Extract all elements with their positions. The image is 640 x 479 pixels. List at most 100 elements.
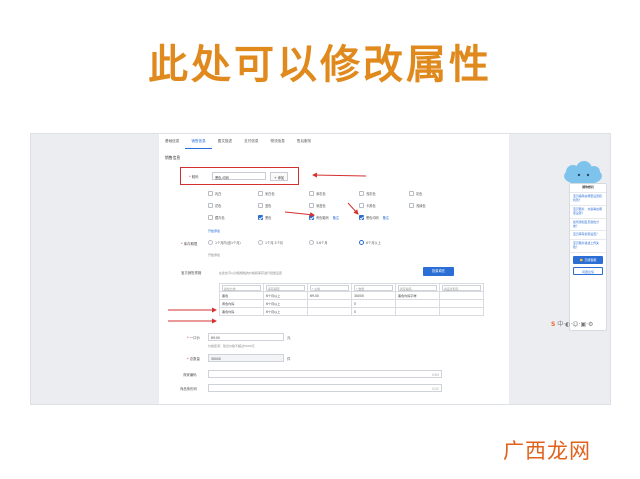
- color-option[interactable]: 米白色: [258, 191, 275, 196]
- checkbox[interactable]: [309, 203, 314, 208]
- service-button[interactable]: 🔔 万能客服: [573, 256, 603, 265]
- table-row: 黑色均码 6个月以上 0: [219, 307, 484, 316]
- cell-qty[interactable]: 30000: [351, 291, 396, 300]
- section-title: 销售信息: [165, 155, 181, 160]
- chat-question[interactable]: 宝贝图片、文案等在哪里设置？: [570, 206, 606, 219]
- batch-qty-input[interactable]: * 数量: [354, 284, 393, 291]
- tab-basic[interactable]: 基础信息: [159, 137, 185, 149]
- cell-qty[interactable]: 0: [351, 307, 396, 316]
- color-option[interactable]: 藏青色: [208, 215, 225, 220]
- color-option[interactable]: 花色: [208, 203, 221, 208]
- chat-question[interactable]: 宝贝库存如何设置？: [570, 231, 606, 241]
- tab-logistics[interactable]: 物流信息: [265, 137, 291, 149]
- checkbox-checked[interactable]: [309, 215, 314, 220]
- radio[interactable]: [309, 240, 314, 245]
- checkbox[interactable]: [359, 191, 364, 196]
- batch-code-input[interactable]: 商家编码: [398, 284, 437, 291]
- checkbox-checked[interactable]: [359, 215, 364, 220]
- cell-qty[interactable]: 0: [351, 299, 396, 308]
- checkbox[interactable]: [409, 191, 414, 196]
- feedback-button[interactable]: 问题反馈: [573, 267, 603, 276]
- stock-option[interactable]: 3-6个月: [309, 240, 328, 245]
- stock-option[interactable]: 1个月内(含1个月): [208, 240, 241, 245]
- price-label: * 一口价: [187, 336, 200, 340]
- stock-option[interactable]: 6个月以上: [359, 240, 381, 245]
- cell-stock: 6个月以上: [263, 299, 308, 308]
- cell-code[interactable]: [395, 299, 440, 308]
- bell-icon: 🔔: [579, 258, 584, 263]
- batch-hint: 在此处可以对各规格的价格和库存进行批量设置: [219, 270, 283, 275]
- radio[interactable]: [208, 240, 213, 245]
- table-row: 黑色 6个月以上 69.00 30000 黑色均码字样: [219, 291, 484, 300]
- cell-price[interactable]: [307, 307, 352, 316]
- tab-service[interactable]: 售后服务: [291, 137, 317, 149]
- batch-stock-input[interactable]: 库存期限: [266, 284, 305, 291]
- color-option[interactable]: 乳白: [208, 191, 221, 196]
- tab-sales[interactable]: 销售信息: [185, 137, 212, 149]
- attr-add-button[interactable]: + 添加: [270, 171, 289, 181]
- color-option[interactable]: 深灰色: [309, 191, 326, 196]
- color-option[interactable]: 黑色均码 备注: [359, 215, 389, 220]
- merchant-code-label: 商家编码: [183, 373, 197, 377]
- cell-color: 黑色: [219, 291, 264, 300]
- sogou-logo-icon[interactable]: S: [551, 321, 555, 328]
- cell-barcode[interactable]: [439, 291, 484, 300]
- chat-title: 猜你想问: [570, 184, 606, 193]
- checkbox[interactable]: [208, 191, 213, 196]
- color-option[interactable]: 浅绿色: [409, 203, 426, 208]
- color-option[interactable]: 灰色: [409, 191, 422, 196]
- price-unit: 元: [287, 336, 291, 340]
- batch-color-input[interactable]: 颜色分类: [222, 284, 261, 291]
- price-hint: 价格区间：建议价格不超过5000元: [208, 344, 255, 348]
- tab-description[interactable]: 图文描述: [212, 137, 238, 149]
- batch-fill-button[interactable]: 批量填充: [423, 267, 454, 276]
- edit-link[interactable]: 备注: [333, 215, 339, 220]
- merchant-code-input[interactable]: 0/64: [208, 370, 442, 378]
- watermark: 广西龙网: [503, 439, 591, 463]
- checkbox[interactable]: [208, 203, 213, 208]
- color-option[interactable]: 黄色鞋码 备注: [309, 215, 339, 220]
- table-row: 黄色均码 6个月以上 0: [219, 299, 484, 308]
- cell-color: 黑色均码: [219, 307, 264, 316]
- cell-code[interactable]: [395, 307, 440, 316]
- radio[interactable]: [258, 240, 263, 245]
- color-option[interactable]: 卡其色: [359, 203, 376, 208]
- edit-link[interactable]: 备注: [383, 215, 389, 220]
- barcode-input[interactable]: 0/32: [208, 384, 442, 392]
- color-option[interactable]: 蓝色: [258, 203, 271, 208]
- qty-label: * 总数量: [187, 357, 200, 361]
- custom-color-link[interactable]: 开始添加: [208, 229, 220, 233]
- chat-question[interactable]: 如何添加宝贝颜色分类？: [570, 219, 606, 232]
- checkbox-checked[interactable]: [258, 215, 263, 220]
- attr-value-input[interactable]: 黑色,均码: [212, 172, 266, 180]
- checkbox[interactable]: [208, 215, 213, 220]
- color-option[interactable]: 浅灰色: [359, 191, 376, 196]
- cell-code[interactable]: 黑色均码字样: [395, 291, 440, 300]
- batch-barcode-input[interactable]: 商品条形码: [442, 284, 481, 291]
- barcode-label: 商品条形码: [180, 387, 197, 391]
- help-chat-widget: 猜你想问 宝贝编码在哪里设置和找到？ 宝贝图片、文案等在哪里设置？ 如何添加宝贝…: [569, 183, 607, 331]
- qty-unit: 件: [287, 357, 291, 361]
- merchant-code-counter: 0/64: [432, 372, 439, 377]
- toolbar-icons[interactable]: 中·◐·☺·▣·⚙: [557, 321, 593, 328]
- tab-payment[interactable]: 支付信息: [238, 137, 264, 149]
- cell-price[interactable]: 69.00: [307, 291, 352, 300]
- checkbox[interactable]: [309, 191, 314, 196]
- chat-question[interactable]: 宝贝编码在哪里设置和找到？: [570, 193, 606, 206]
- checkbox[interactable]: [409, 203, 414, 208]
- chat-question[interactable]: 宝贝图片描述上传失败？: [570, 240, 606, 254]
- checkbox[interactable]: [359, 203, 364, 208]
- price-input[interactable]: 69.00: [208, 333, 284, 341]
- checkbox[interactable]: [258, 191, 263, 196]
- cell-barcode[interactable]: [439, 307, 484, 316]
- batch-price-input[interactable]: * 价格: [310, 284, 349, 291]
- stock-option[interactable]: 1个月-3个月: [258, 240, 283, 245]
- color-option[interactable]: 黑色: [258, 215, 271, 220]
- cell-barcode[interactable]: [439, 299, 484, 308]
- color-option[interactable]: 深蓝色: [309, 203, 326, 208]
- cell-price[interactable]: [307, 299, 352, 308]
- sku-table: 颜色分类 库存期限 * 价格 * 数量 商家编码 商品条形码 黑色 6个月以上 …: [219, 283, 484, 316]
- qty-input[interactable]: 30000: [208, 354, 284, 362]
- checkbox[interactable]: [258, 203, 263, 208]
- radio-selected[interactable]: [359, 240, 364, 245]
